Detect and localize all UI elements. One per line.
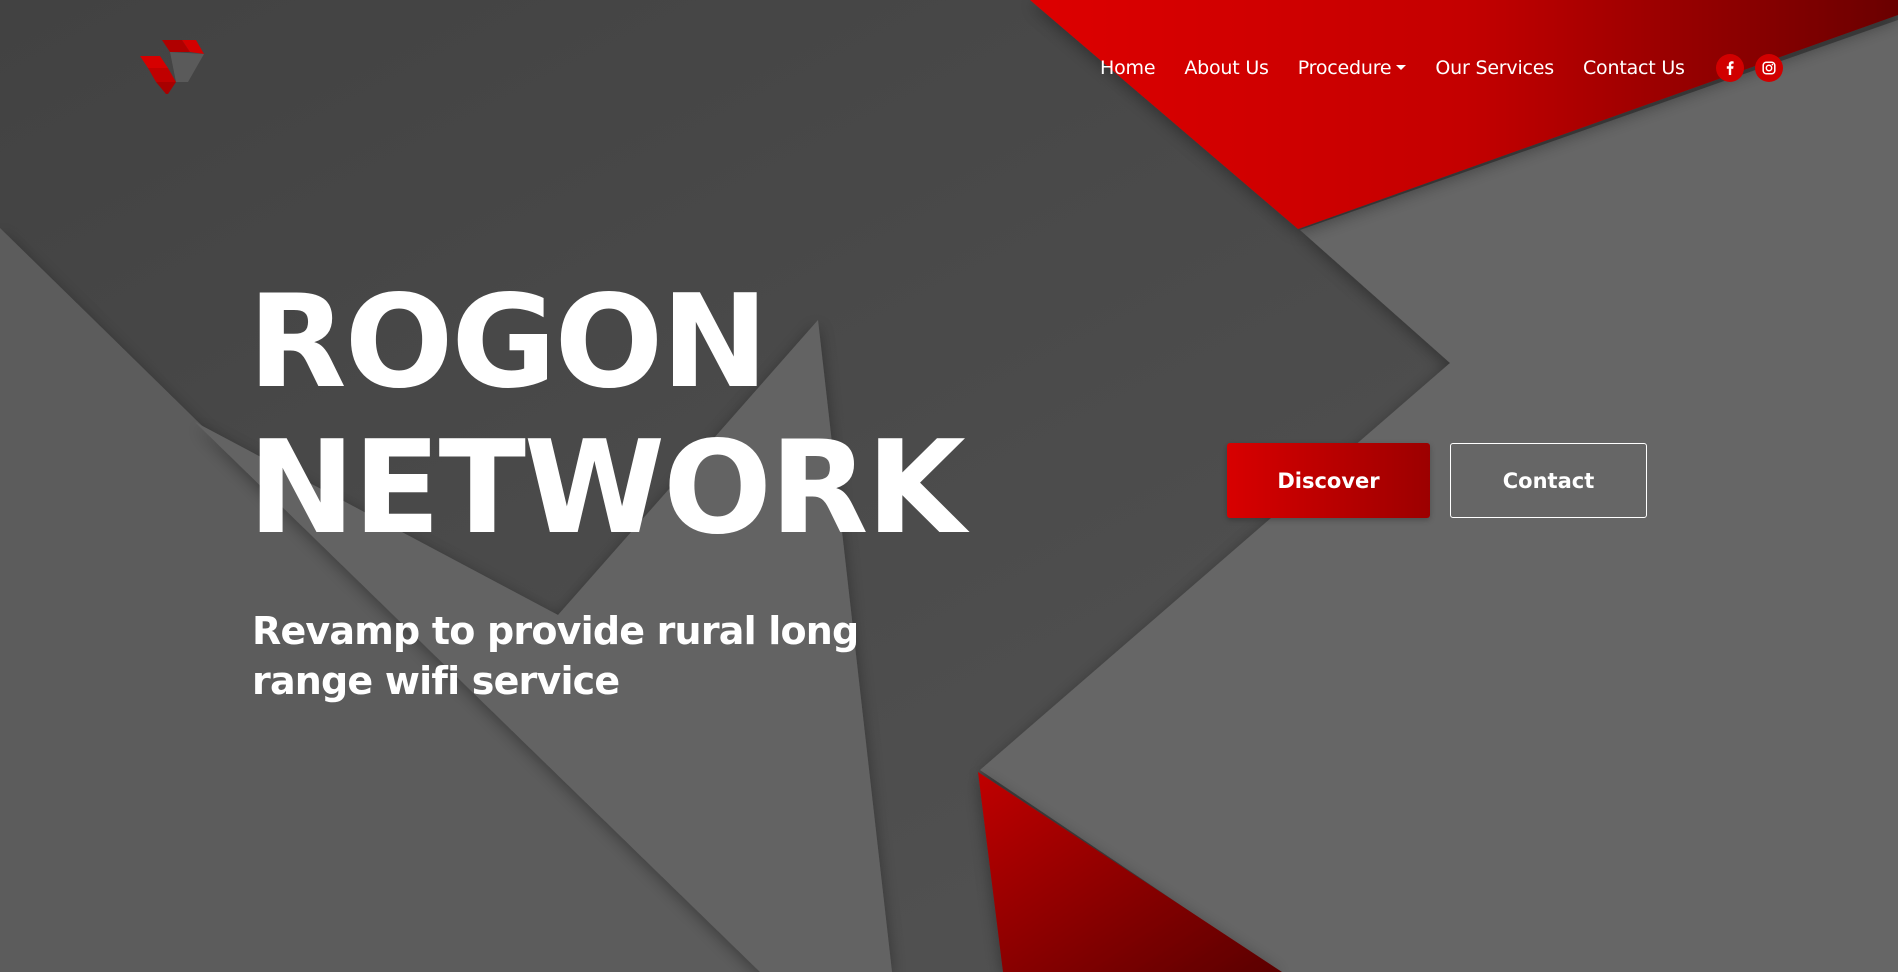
nav-our-services[interactable]: Our Services: [1435, 57, 1554, 79]
chevron-down-icon: [1396, 65, 1407, 70]
discover-button[interactable]: Discover: [1227, 443, 1430, 518]
nav-procedure-label: Procedure: [1297, 57, 1392, 79]
hero-title-line-2: NETWORK: [248, 414, 966, 563]
nav-about-us[interactable]: About Us: [1184, 57, 1269, 79]
nav-procedure[interactable]: Procedure: [1298, 57, 1407, 79]
hero-title: ROGON NETWORK: [248, 268, 966, 563]
main-nav: Home About Us Procedure Our Services Con…: [1100, 53, 1794, 83]
instagram-button[interactable]: [1754, 54, 1783, 82]
social-links: [1715, 54, 1794, 82]
rogon-logo-icon[interactable]: [138, 38, 204, 96]
nav-contact-us[interactable]: Contact Us: [1583, 57, 1685, 79]
hero-title-line-1: ROGON: [248, 268, 768, 417]
nav-home[interactable]: Home: [1100, 57, 1156, 79]
facebook-icon: [1726, 61, 1734, 75]
hero-subtitle: Revamp to provide rural long range wifi …: [252, 609, 859, 703]
facebook-button[interactable]: [1715, 54, 1744, 82]
instagram-icon: [1762, 61, 1776, 75]
contact-button[interactable]: Contact: [1450, 443, 1647, 518]
